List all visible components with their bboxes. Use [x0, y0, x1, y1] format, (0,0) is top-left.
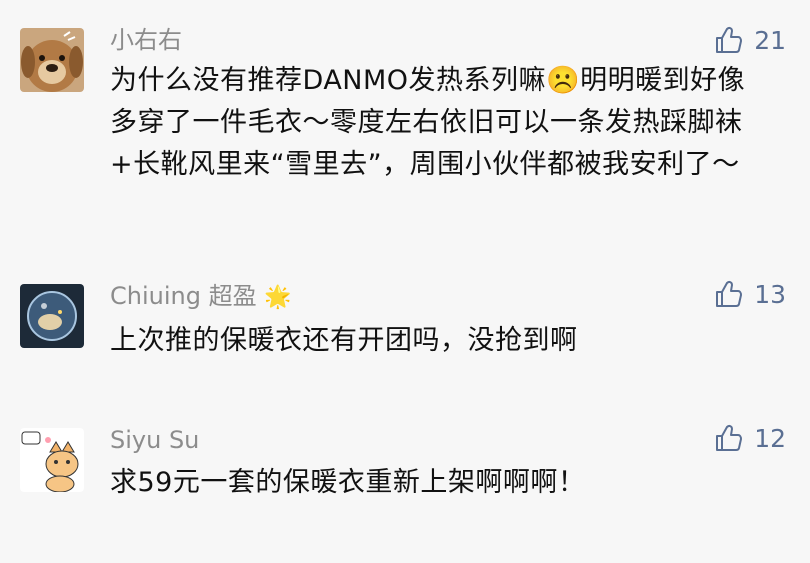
like-button[interactable]: 12 — [714, 422, 786, 454]
thumbs-up-icon — [716, 424, 743, 451]
avatar[interactable] — [20, 428, 84, 492]
comment-item: Chiuing 超盈 🌟 13 上次推的保暖衣还有开团吗，没抢到啊 — [0, 250, 810, 390]
comment-item: Siyu Su 12 求59元一套的保暖衣重新上架啊啊啊！ — [0, 390, 810, 563]
thumbs-up-icon — [716, 26, 743, 53]
author-name: 小右右 — [110, 26, 182, 54]
like-count: 21 — [754, 25, 786, 55]
like-button[interactable]: 21 — [714, 24, 786, 56]
avatar[interactable] — [20, 284, 84, 348]
dog-avatar-icon — [20, 28, 84, 92]
cat-avatar-icon — [20, 428, 84, 492]
author-name: Siyu Su — [110, 426, 200, 454]
comment-author[interactable]: Chiuing 超盈 🌟 — [110, 281, 292, 313]
like-count: 13 — [754, 279, 786, 309]
comment-author[interactable]: 小右右 — [110, 25, 182, 55]
thumbs-up-icon — [716, 280, 743, 307]
comment-item: 小右右 21 为什么没有推荐DANMO发热系列嘛☹️明明暖到好像多穿了一件毛衣～… — [0, 0, 810, 250]
comment-author[interactable]: Siyu Su — [110, 425, 199, 455]
comment-text: 求59元一套的保暖衣重新上架啊啊啊！ — [110, 467, 586, 498]
comment-text: 为什么没有推荐DANMO发热系列嘛☹️明明暖到好像多穿了一件毛衣～零度左右依旧可… — [110, 65, 746, 180]
avatar[interactable] — [20, 28, 84, 92]
bubble-avatar-icon — [20, 284, 84, 348]
like-count: 12 — [754, 423, 786, 453]
comment-text: 上次推的保暖衣还有开团吗，没抢到啊 — [110, 325, 578, 356]
like-button[interactable]: 13 — [714, 278, 786, 310]
author-name: Chiuing 超盈 — [110, 282, 257, 310]
star-emoji: 🌟 — [264, 285, 292, 310]
